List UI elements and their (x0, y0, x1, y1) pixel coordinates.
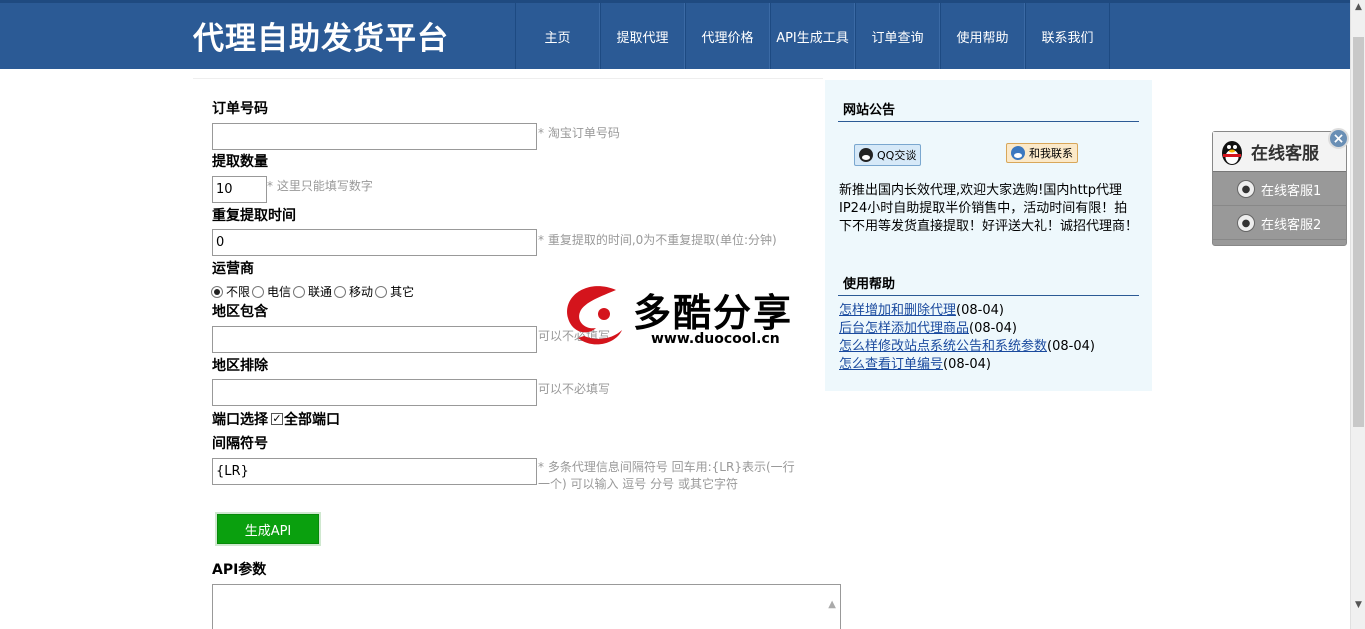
help-link[interactable]: 后台怎样添加代理商品 (839, 321, 969, 336)
repeat-time-hint: * 重复提取的时间,0为不重复提取(单位:分钟) (538, 233, 777, 247)
list-item: 怎样增加和删除代理(08-04) (839, 302, 1095, 320)
help-date: (08-04) (969, 321, 1017, 336)
qq-penguin-icon (1011, 146, 1025, 160)
separator-label: 间隔符号 (212, 436, 268, 452)
quantity-hint: * 这里只能填写数字 (267, 179, 373, 193)
order-number-input[interactable] (212, 123, 537, 150)
watermark-title: 多酷分享 (633, 291, 794, 335)
order-number-hint: * 淘宝订单号码 (538, 126, 620, 140)
service-item-2[interactable]: ● 在线客服2 (1213, 207, 1346, 240)
radio-icon[interactable] (334, 285, 347, 298)
radio-icon[interactable] (375, 285, 388, 298)
site-logo[interactable]: 代理自助发货平台 (193, 13, 449, 58)
scroll-up-icon[interactable]: ▲ (828, 599, 836, 610)
nav-home[interactable]: 主页 (515, 3, 600, 69)
port-all-checkbox[interactable]: ✓ (271, 413, 283, 425)
help-date: (08-04) (1047, 339, 1095, 354)
api-params-textarea[interactable]: ▲ (212, 584, 841, 629)
list-item: 怎么样修改站点系统公告和系统参数(08-04) (839, 338, 1095, 356)
qq-penguin-icon (859, 148, 873, 162)
nav-contact[interactable]: 联系我们 (1025, 3, 1110, 69)
qq-penguin-icon: ● (1237, 214, 1255, 232)
nav-help[interactable]: 使用帮助 (940, 3, 1025, 69)
notice-divider (838, 121, 1139, 122)
service-item-label: 在线客服2 (1261, 217, 1322, 233)
help-link[interactable]: 怎样增加和删除代理 (839, 303, 956, 318)
quantity-label: 提取数量 (212, 154, 268, 170)
help-divider (838, 295, 1139, 296)
service-item-label: 在线客服1 (1261, 183, 1322, 199)
notice-text: 新推出国内长效代理,欢迎大家选购!国内http代理IP24小时自助提取半价销售中… (839, 183, 1139, 234)
nav-api-tool[interactable]: API生成工具 (770, 3, 855, 69)
radio-icon[interactable] (252, 285, 265, 298)
carrier-label: 运营商 (212, 261, 254, 277)
watermark-swirl-icon (567, 286, 622, 345)
contact-me-button[interactable]: 和我联系 (1006, 143, 1078, 163)
quantity-input[interactable] (212, 176, 267, 203)
carrier-option-mobile[interactable]: 移动 (334, 283, 375, 300)
carrier-option-other[interactable]: 其它 (375, 283, 416, 300)
page-scrollbar[interactable]: ▲ ▼ (1350, 0, 1365, 629)
help-link[interactable]: 怎么样修改站点系统公告和系统参数 (839, 339, 1047, 354)
nav-extract-proxy[interactable]: 提取代理 (600, 3, 685, 69)
help-list: 怎样增加和删除代理(08-04) 后台怎样添加代理商品(08-04) 怎么样修改… (839, 302, 1095, 374)
list-item: 后台怎样添加代理商品(08-04) (839, 320, 1095, 338)
repeat-time-input[interactable] (212, 229, 537, 256)
online-service-panel: 在线客服 ● 在线客服1 ● 在线客服2 (1212, 131, 1347, 246)
watermark-logo: 多酷分享 www.duocool.cn (558, 278, 808, 358)
order-number-label: 订单号码 (212, 101, 268, 117)
help-link[interactable]: 怎么查看订单编号 (839, 357, 943, 372)
watermark-url: www.duocool.cn (651, 331, 780, 347)
repeat-time-label: 重复提取时间 (212, 208, 296, 224)
carrier-radio-group: 不限 电信 联通 移动 其它 (211, 283, 416, 300)
service-title: 在线客服 (1251, 144, 1319, 164)
port-select-row: 端口选择 ✓ 全部端口 (212, 409, 340, 429)
qq-penguin-icon: ● (1237, 180, 1255, 198)
carrier-option-unicom[interactable]: 联通 (293, 283, 334, 300)
region-exclude-input[interactable] (212, 379, 537, 406)
list-item: 怎么查看订单编号(08-04) (839, 356, 1095, 374)
qq-chat-button[interactable]: QQ交谈 (854, 144, 922, 166)
region-exclude-label: 地区排除 (212, 358, 268, 374)
header-bar: 代理自助发货平台 主页 提取代理 代理价格 API生成工具 订单查询 使用帮助 … (0, 0, 1350, 69)
region-include-input[interactable] (212, 326, 537, 353)
help-title: 使用帮助 (843, 277, 896, 292)
carrier-option-telecom[interactable]: 电信 (252, 283, 293, 300)
close-icon[interactable]: × (1328, 128, 1349, 149)
notice-title: 网站公告 (843, 103, 896, 118)
content-divider (193, 78, 823, 79)
service-header: 在线客服 (1213, 132, 1346, 172)
separator-hint: * 多条代理信息间隔符号 回车用:{LR}表示(一行一个) 可以输入 逗号 分号… (538, 460, 795, 491)
qq-chat-label: QQ交谈 (877, 149, 917, 162)
api-params-label: API参数 (212, 562, 267, 578)
help-date: (08-04) (943, 357, 991, 372)
radio-checked-icon[interactable] (211, 285, 223, 298)
main-nav: 主页 提取代理 代理价格 API生成工具 订单查询 使用帮助 联系我们 (515, 3, 1110, 69)
port-select-label: 端口选择 (212, 412, 268, 428)
help-date: (08-04) (956, 303, 1004, 318)
separator-input[interactable] (212, 458, 537, 485)
scroll-thumb[interactable] (1353, 37, 1364, 427)
contact-me-label: 和我联系 (1029, 147, 1073, 160)
scroll-down-icon[interactable]: ▼ (1353, 600, 1364, 614)
region-include-label: 地区包含 (212, 304, 268, 320)
generate-api-button[interactable]: 生成API (217, 514, 319, 544)
qq-penguin-icon (1222, 140, 1242, 165)
radio-icon[interactable] (293, 285, 306, 298)
scroll-up-icon[interactable]: ▲ (1353, 2, 1364, 16)
port-all-label: 全部端口 (284, 412, 340, 428)
region-exclude-hint: 可以不必填写 (538, 382, 611, 396)
carrier-option-any[interactable]: 不限 (211, 283, 252, 300)
nav-proxy-price[interactable]: 代理价格 (685, 3, 770, 69)
nav-order-query[interactable]: 订单查询 (855, 3, 940, 69)
service-item-1[interactable]: ● 在线客服1 (1213, 173, 1346, 206)
